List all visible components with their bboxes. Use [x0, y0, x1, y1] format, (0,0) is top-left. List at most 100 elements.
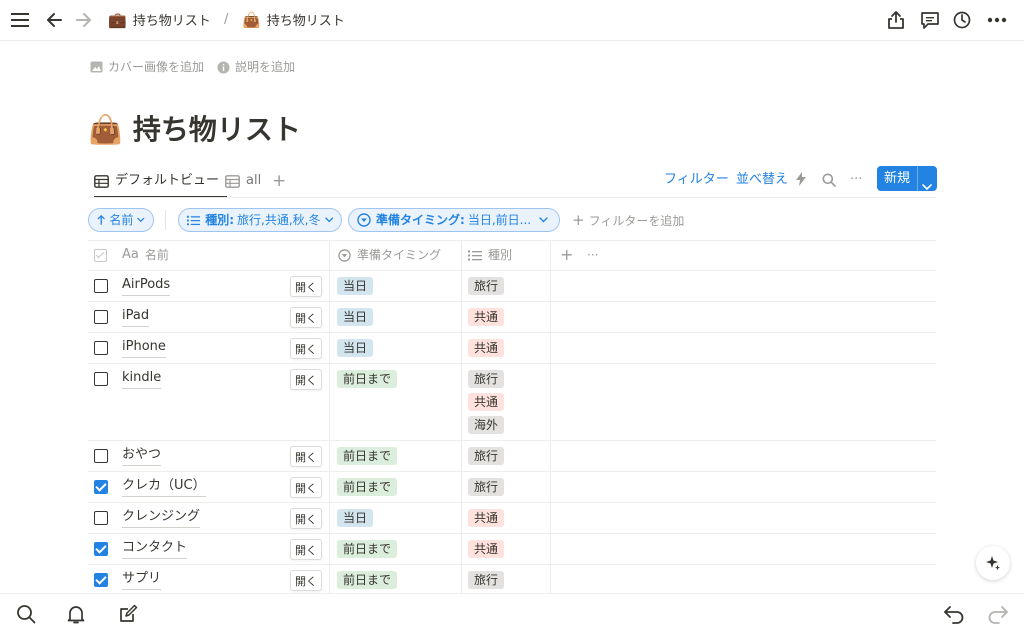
open-button[interactable]: 開く — [290, 477, 322, 498]
row-checkbox[interactable] — [94, 449, 108, 463]
search-icon[interactable] — [14, 602, 38, 626]
row-name[interactable]: iPhone — [122, 337, 166, 358]
open-button[interactable]: 開く — [290, 570, 322, 591]
add-view-button[interactable]: + — [272, 168, 286, 194]
row-checkbox[interactable] — [94, 279, 108, 293]
sort-chip[interactable]: 名前 — [88, 208, 154, 232]
timing-tag: 前日まで — [337, 447, 398, 465]
column-header-type-label: 種別 — [488, 248, 513, 262]
breadcrumb-parent-label: 持ち物リスト — [132, 14, 211, 29]
menu-icon[interactable] — [8, 8, 32, 32]
add-cover-button[interactable]: カバー画像を追加 — [90, 58, 204, 76]
redo-icon[interactable] — [986, 602, 1010, 626]
compose-icon[interactable] — [116, 602, 140, 626]
sort-chip-label: 名前 — [109, 213, 134, 227]
briefcase-icon: 💼 — [108, 11, 127, 29]
open-button[interactable]: 開く — [290, 446, 322, 467]
column-header-type[interactable]: 種別 — [468, 245, 512, 265]
new-button[interactable]: 新規 — [877, 166, 937, 191]
list-icon — [468, 250, 482, 260]
column-header-name[interactable]: Aa 名前 — [122, 245, 169, 265]
row-checkbox[interactable] — [94, 372, 108, 386]
row-name[interactable]: サプリ — [122, 569, 162, 590]
type-tag: 旅行 — [468, 447, 505, 465]
row-name[interactable]: クレンジング — [122, 507, 201, 528]
undo-icon[interactable] — [942, 602, 966, 626]
table-top-border — [88, 240, 936, 241]
breadcrumb-current[interactable]: 👜 持ち物リスト — [242, 10, 345, 32]
type-tag: 旅行 — [468, 370, 505, 388]
new-button-divider — [917, 166, 918, 191]
tab-all-label: all — [246, 173, 262, 188]
row-checkbox[interactable] — [94, 573, 108, 587]
add-description-label: 説明を追加 — [235, 60, 296, 74]
type-tag: 共通 — [468, 393, 505, 411]
add-filter-label: フィルターを追加 — [588, 214, 685, 228]
row-name[interactable]: iPad — [122, 306, 150, 327]
row-divider — [88, 471, 936, 472]
open-button[interactable]: 開く — [290, 539, 322, 560]
timing-filter-chip[interactable]: 準備タイミング: 当日,前日... — [348, 208, 560, 232]
add-filter-button[interactable]: + フィルターを追加 — [572, 211, 684, 230]
share-icon[interactable] — [884, 8, 908, 32]
row-divider — [88, 564, 936, 565]
timing-tag: 前日まで — [337, 478, 398, 496]
type-tag: 海外 — [468, 416, 505, 434]
back-arrow-icon[interactable] — [42, 8, 66, 32]
breadcrumb-separator: / — [224, 12, 229, 27]
row-checkbox[interactable] — [94, 341, 108, 355]
row-checkbox[interactable] — [94, 480, 108, 494]
row-name[interactable]: kindle — [122, 368, 162, 389]
row-name[interactable]: AirPods — [122, 275, 171, 296]
open-button[interactable]: 開く — [290, 307, 322, 328]
select-all-checkbox[interactable] — [94, 249, 107, 262]
open-button[interactable]: 開く — [290, 338, 322, 359]
tab-all[interactable]: all — [225, 168, 261, 194]
type-filter-chip[interactable]: 種別: 旅行,共通,秋,冬 — [178, 208, 342, 232]
row-name[interactable]: クレカ（UC） — [122, 476, 206, 497]
ai-assistant-button[interactable] — [976, 546, 1010, 580]
open-button[interactable]: 開く — [290, 276, 322, 297]
filter-button[interactable]: フィルター — [664, 170, 729, 190]
timing-tag: 当日 — [337, 277, 374, 295]
timing-tag: 前日まで — [337, 370, 398, 388]
row-divider — [88, 533, 936, 534]
view-more-button[interactable]: ··· — [850, 170, 862, 190]
column-more-button[interactable]: ··· — [587, 245, 598, 265]
row-checkbox[interactable] — [94, 542, 108, 556]
column-divider — [329, 240, 330, 593]
more-options-icon[interactable] — [985, 8, 1009, 32]
add-column-button[interactable]: + — [560, 245, 573, 265]
column-header-timing[interactable]: 準備タイミング — [338, 245, 441, 265]
open-button[interactable]: 開く — [290, 369, 322, 390]
list-icon — [187, 215, 201, 225]
page-title-text: 持ち物リスト — [132, 113, 301, 146]
forward-arrow-icon[interactable] — [72, 8, 96, 32]
new-button-label: 新規 — [884, 171, 911, 186]
comment-icon[interactable] — [918, 8, 942, 32]
row-name[interactable]: コンタクト — [122, 538, 188, 559]
type-tag: 共通 — [468, 308, 505, 326]
chevron-down-icon — [137, 217, 145, 223]
column-divider — [461, 240, 462, 593]
header-bottom-border — [88, 270, 936, 271]
sort-button[interactable]: 並べ替え — [736, 170, 788, 190]
automation-icon[interactable] — [795, 171, 807, 191]
tab-default-view[interactable]: デフォルトビュー — [94, 168, 228, 198]
handbag-icon: 👜 — [242, 11, 261, 29]
type-tag: 旅行 — [468, 478, 505, 496]
row-checkbox[interactable] — [94, 310, 108, 324]
search-icon[interactable] — [822, 172, 836, 191]
history-icon[interactable] — [950, 8, 974, 32]
timing-tag: 当日 — [337, 308, 374, 326]
breadcrumb-parent[interactable]: 💼 持ち物リスト — [108, 10, 211, 32]
timing-filter-value: 当日,前日... — [467, 213, 532, 227]
add-description-button[interactable]: 説明を追加 — [217, 58, 295, 76]
info-icon — [217, 61, 230, 73]
row-checkbox[interactable] — [94, 511, 108, 525]
row-name[interactable]: おやつ — [122, 445, 162, 466]
open-button[interactable]: 開く — [290, 508, 322, 529]
timing-tag: 前日まで — [337, 571, 398, 589]
bell-icon[interactable] — [64, 602, 88, 626]
chevron-down-icon — [324, 217, 333, 223]
